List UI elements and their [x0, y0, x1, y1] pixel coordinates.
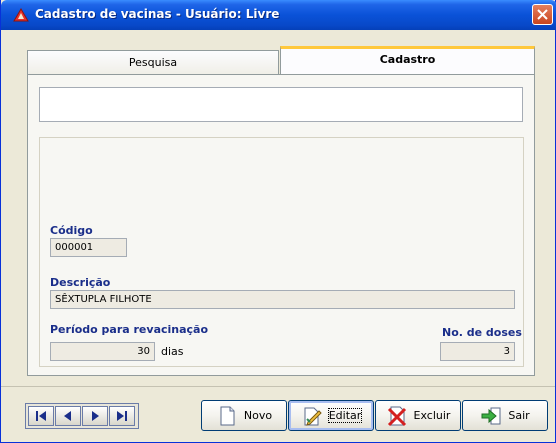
editar-button[interactable]: Editar [288, 400, 374, 431]
close-icon [537, 9, 548, 20]
editar-label: Editar [327, 408, 363, 423]
tab-cadastro-label: Cadastro [379, 53, 436, 66]
app-icon [13, 8, 29, 22]
next-record-button[interactable] [82, 406, 108, 426]
excluir-label: Excluir [413, 409, 451, 422]
window-title: Cadastro de vacinas - Usuário: Livre [35, 7, 280, 21]
tab-pesquisa[interactable]: Pesquisa [27, 50, 279, 74]
next-record-icon [92, 411, 99, 421]
last-record-icon [117, 411, 127, 421]
delete-document-icon [387, 406, 406, 426]
exit-arrow-icon [481, 407, 501, 424]
novo-button[interactable]: Novo [201, 400, 287, 431]
periodo-field[interactable]: 30 [50, 342, 155, 361]
first-record-icon [36, 411, 46, 421]
doses-label: No. de doses [442, 326, 522, 339]
previous-record-button[interactable] [55, 406, 81, 426]
close-button[interactable] [532, 4, 553, 25]
codigo-field[interactable]: 000001 [50, 238, 127, 257]
novo-label: Novo [243, 409, 273, 422]
record-navigator [25, 403, 139, 429]
descricao-field[interactable]: SÊXTUPLA FILHOTE [50, 290, 515, 309]
doses-field[interactable]: 3 [440, 342, 515, 361]
periodo-unit: dias [161, 345, 184, 358]
cadastro-panel: Código 000001 Descrição SÊXTUPLA FILHOTE… [27, 74, 535, 376]
first-record-button[interactable] [28, 406, 54, 426]
cadastro-window: Cadastro de vacinas - Usuário: Livre Pes… [0, 0, 556, 443]
info-box [39, 87, 523, 122]
separator [1, 386, 555, 387]
sair-label: Sair [508, 409, 530, 422]
codigo-label: Código [50, 224, 93, 237]
tab-pesquisa-label: Pesquisa [128, 56, 178, 69]
title-bar[interactable]: Cadastro de vacinas - Usuário: Livre [1, 0, 556, 30]
new-document-icon [220, 406, 235, 425]
sair-button[interactable]: Sair [462, 400, 548, 431]
periodo-label: Período para revacinação [50, 323, 209, 336]
descricao-label: Descrição [50, 276, 111, 289]
last-record-button[interactable] [109, 406, 135, 426]
edit-document-icon [304, 407, 322, 426]
excluir-button[interactable]: Excluir [375, 400, 461, 431]
previous-record-icon [64, 411, 71, 421]
tab-cadastro[interactable]: Cadastro [280, 46, 535, 75]
